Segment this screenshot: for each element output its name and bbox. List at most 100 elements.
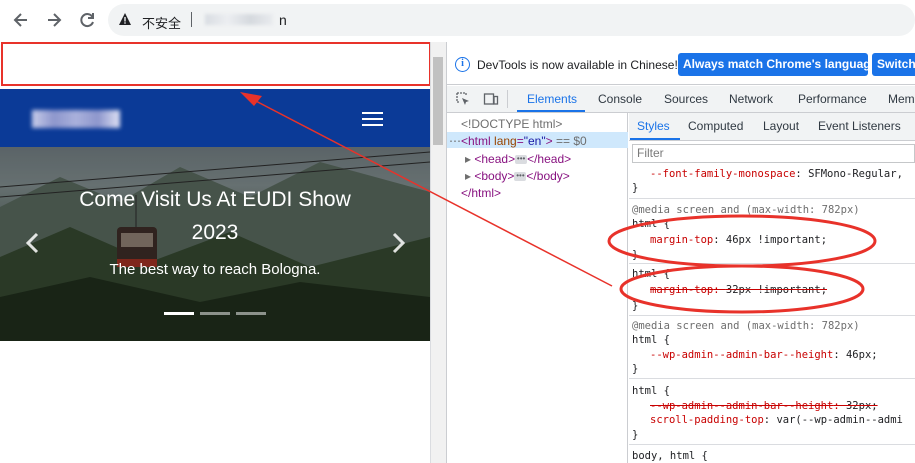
css-value: 46px !important; — [725, 234, 828, 246]
media-condition: screen and (max-width: 782px) — [676, 204, 860, 216]
subtab-event-listeners[interactable]: Event Listeners — [818, 119, 901, 133]
tab-network[interactable]: Network — [729, 92, 773, 106]
media-condition: screen and (max-width: 782px) — [676, 320, 860, 332]
address-divider — [191, 12, 192, 27]
media-query: @media screen and (max-width: 782px) — [632, 203, 860, 217]
url-text[interactable]: n — [279, 12, 287, 28]
carousel-indicator-3[interactable] — [236, 312, 266, 315]
rule-close-brace: } — [632, 300, 639, 312]
forward-button[interactable] — [44, 10, 64, 30]
tab-console[interactable]: Console — [598, 92, 642, 106]
tabbar-divider — [507, 90, 508, 108]
css-value: 32px; — [845, 400, 878, 412]
rule-selector[interactable]: html { — [632, 333, 670, 347]
rule-close-brace: } — [632, 363, 639, 375]
head-open-tag: <head> — [474, 152, 516, 166]
css-value: 32px !important; — [725, 284, 828, 296]
media-keyword: @media — [632, 320, 670, 332]
collapsed-dots-icon[interactable]: ••• — [515, 155, 528, 165]
rule-selector[interactable]: body, html { — [632, 449, 708, 463]
dom-html-node[interactable]: ⋯<html lang="en"> == $0 — [449, 134, 587, 148]
css-prop: --wp-admin--admin-bar--height — [650, 349, 834, 361]
media-keyword: @media — [632, 204, 670, 216]
tab-elements[interactable]: Elements — [527, 92, 577, 106]
dom-head-node[interactable]: ▸ <head> ••• </head> — [465, 152, 571, 166]
collapsed-dots-icon[interactable]: ••• — [514, 172, 527, 182]
tab-memory[interactable]: Mem — [888, 92, 915, 106]
browser-toolbar: 不安全 n — [0, 0, 915, 42]
css-declaration-overridden[interactable]: margin-top: 32px !important; — [650, 283, 827, 297]
device-toolbar-icon[interactable] — [483, 91, 499, 107]
media-query: @media screen and (max-width: 782px) — [632, 319, 860, 333]
hero-subtitle: The best way to reach Bologna. — [109, 261, 321, 278]
body-close-tag: </body> — [526, 169, 570, 183]
subtab-layout[interactable]: Layout — [763, 119, 799, 133]
doctype-text: <!DOCTYPE html> — [461, 117, 563, 131]
lang-attr-value: "en" — [523, 134, 546, 148]
hamburger-icon[interactable] — [362, 111, 383, 127]
css-declaration[interactable]: margin-top: 46px !important; — [650, 233, 827, 247]
css-declaration-overridden[interactable]: --wp-admin--admin-bar--height: 32px; — [650, 399, 878, 413]
rule-close-brace: } — [632, 182, 639, 194]
rule-selector[interactable]: html { — [632, 217, 670, 231]
carousel-indicator-1[interactable] — [164, 312, 194, 315]
css-prop: scroll-padding-top — [650, 414, 764, 426]
url-redacted — [205, 14, 273, 25]
annotation-highlight-box — [1, 42, 431, 86]
html-close-tag: </html> — [461, 186, 502, 200]
lang-attr-name: lang — [494, 134, 517, 148]
tab-sources[interactable]: Sources — [664, 92, 708, 106]
css-declaration[interactable]: --font-family-monospace: SFMono-Regular, — [650, 167, 903, 181]
hero-title: Come Visit Us At EUDI Show 2023 — [79, 188, 351, 244]
security-label[interactable]: 不安全 — [142, 13, 181, 32]
inspect-element-icon[interactable] — [455, 91, 471, 107]
css-prop: --wp-admin--admin-bar--height — [650, 400, 834, 412]
rule-selector[interactable]: html { — [632, 384, 670, 398]
css-declaration[interactable]: --wp-admin--admin-bar--height: 46px; — [650, 348, 878, 362]
infobar-message: DevTools is now available in Chinese! — [477, 58, 678, 72]
css-prop: margin-top — [650, 234, 714, 246]
rule-close-brace: } — [632, 429, 639, 441]
rule-divider — [629, 315, 915, 316]
dom-doctype[interactable]: <!DOCTYPE html> — [461, 117, 562, 131]
ellipsis-icon: ⋯ — [449, 134, 461, 148]
rule-divider — [629, 263, 915, 264]
rule-close-brace: } — [632, 249, 639, 261]
always-match-language-button[interactable]: Always match Chrome's language — [678, 53, 868, 76]
switch-language-button[interactable]: Switch — [872, 53, 915, 76]
head-close-tag: </head> — [527, 152, 572, 166]
reload-button[interactable] — [77, 10, 97, 30]
html-tag: <html — [461, 134, 491, 148]
css-prop: --font-family-monospace — [650, 168, 796, 180]
chevron-right-icon[interactable] — [389, 232, 407, 254]
page-scrollbar-thumb[interactable] — [433, 57, 443, 145]
warning-triangle-icon[interactable] — [118, 12, 132, 26]
chevron-left-icon[interactable] — [24, 232, 42, 254]
subtab-styles[interactable]: Styles — [637, 119, 670, 133]
css-value: SFMono-Regular, — [808, 168, 903, 180]
info-icon: i — [455, 57, 470, 72]
html-tag-close: > — [545, 134, 553, 148]
dom-body-node[interactable]: ▸ <body> ••• </body> — [465, 169, 570, 183]
active-subtab-indicator — [630, 138, 680, 140]
arrow-right-icon — [48, 13, 62, 27]
reload-icon — [80, 13, 94, 28]
css-declaration[interactable]: scroll-padding-top: var(--wp-admin--admi — [650, 413, 903, 427]
css-value: 46px; — [845, 349, 878, 361]
carousel-indicator-2[interactable] — [200, 312, 230, 315]
site-logo[interactable] — [32, 110, 120, 128]
expand-triangle-icon[interactable]: ▸ — [465, 169, 471, 183]
selected-marker: == $0 — [555, 134, 587, 148]
rule-selector[interactable]: html { — [632, 267, 670, 281]
tab-performance[interactable]: Performance — [798, 92, 867, 106]
body-open-tag: <body> — [474, 169, 515, 183]
css-value: var(--wp-admin--admi — [776, 414, 903, 426]
dom-html-close[interactable]: </html> — [461, 186, 501, 200]
back-button[interactable] — [11, 10, 31, 30]
rule-divider — [629, 444, 915, 445]
subtab-computed[interactable]: Computed — [688, 119, 743, 133]
styles-filter-input[interactable]: Filter — [632, 144, 915, 163]
expand-triangle-icon[interactable]: ▸ — [465, 152, 471, 166]
rule-divider — [629, 378, 915, 379]
rule-divider — [629, 198, 915, 199]
